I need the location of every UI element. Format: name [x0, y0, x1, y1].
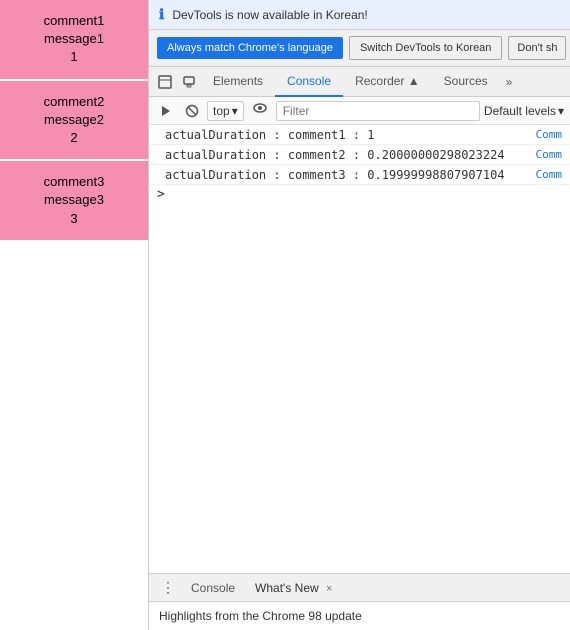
whats-new-close[interactable]: × — [326, 583, 332, 595]
default-levels-dropdown[interactable]: Default levels ▾ — [484, 104, 564, 118]
tab-console[interactable]: Console — [275, 67, 343, 97]
bottom-status-text: Highlights from the Chrome 98 update — [159, 609, 362, 623]
live-expressions-icon[interactable] — [248, 99, 272, 122]
bottom-tabs: ⋮ Console What's New × — [149, 574, 570, 602]
console-line-1-link[interactable]: Comm — [536, 128, 563, 141]
bottom-menu-icon[interactable]: ⋮ — [157, 577, 179, 598]
comment-item-1: comment1message11 — [0, 0, 148, 81]
console-line-1: actualDuration : comment1 : 1 Comm — [149, 125, 570, 145]
bottom-tab-console[interactable]: Console — [183, 577, 243, 599]
console-line-2: actualDuration : comment2 : 0.2000000029… — [149, 145, 570, 165]
clear-icon[interactable] — [181, 102, 203, 120]
top-label: top — [213, 104, 230, 118]
default-levels-label: Default levels — [484, 104, 556, 118]
comment-list: comment1message11 comment2message22 comm… — [0, 0, 148, 630]
tab-elements[interactable]: Elements — [201, 67, 275, 97]
console-line-3: actualDuration : comment3 : 0.1999999880… — [149, 165, 570, 185]
console-line-3-text: actualDuration : comment3 : 0.1999999880… — [165, 168, 536, 182]
tab-more[interactable]: » — [500, 71, 519, 93]
info-text: DevTools is now available in Korean! — [172, 8, 367, 22]
bottom-status: Highlights from the Chrome 98 update — [149, 602, 570, 630]
tab-recorder[interactable]: Recorder ▲ — [343, 67, 432, 97]
tab-cursor-icon[interactable] — [153, 70, 177, 94]
console-line-2-link[interactable]: Comm — [536, 148, 563, 161]
default-levels-arrow: ▾ — [558, 104, 564, 118]
devtools-info-bar: ℹ DevTools is now available in Korean! — [149, 0, 570, 30]
console-line-3-link[interactable]: Comm — [536, 168, 563, 181]
comment-item-2: comment2message22 — [0, 81, 148, 162]
filter-input[interactable] — [276, 101, 480, 121]
run-icon[interactable] — [155, 102, 177, 120]
whats-new-label: What's New — [255, 581, 319, 595]
context-dropdown[interactable]: top ▾ — [207, 101, 244, 121]
dropdown-arrow: ▾ — [232, 104, 238, 118]
console-output: actualDuration : comment1 : 1 Comm actua… — [149, 125, 570, 573]
dont-show-button[interactable]: Don't sh — [508, 36, 566, 60]
bottom-tab-whats-new[interactable]: What's New × — [247, 577, 340, 599]
console-line-1-text: actualDuration : comment1 : 1 — [165, 128, 536, 142]
devtools-panel: ℹ DevTools is now available in Korean! A… — [148, 0, 570, 630]
info-icon: ℹ — [159, 6, 164, 23]
devtools-button-bar: Always match Chrome's language Switch De… — [149, 30, 570, 67]
comment-item-3: comment3message33 — [0, 161, 148, 242]
bottom-bar: ⋮ Console What's New × Highlights from t… — [149, 573, 570, 630]
console-line-2-text: actualDuration : comment2 : 0.2000000029… — [165, 148, 536, 162]
match-language-button[interactable]: Always match Chrome's language — [157, 37, 343, 59]
console-toolbar: top ▾ Default levels ▾ — [149, 97, 570, 125]
tab-sources[interactable]: Sources — [432, 67, 500, 97]
devtools-tab-bar: Elements Console Recorder ▲ Sources » — [149, 67, 570, 97]
console-prompt[interactable]: > — [149, 185, 570, 204]
switch-korean-button[interactable]: Switch DevTools to Korean — [349, 36, 502, 60]
tab-device-icon[interactable] — [177, 70, 201, 94]
